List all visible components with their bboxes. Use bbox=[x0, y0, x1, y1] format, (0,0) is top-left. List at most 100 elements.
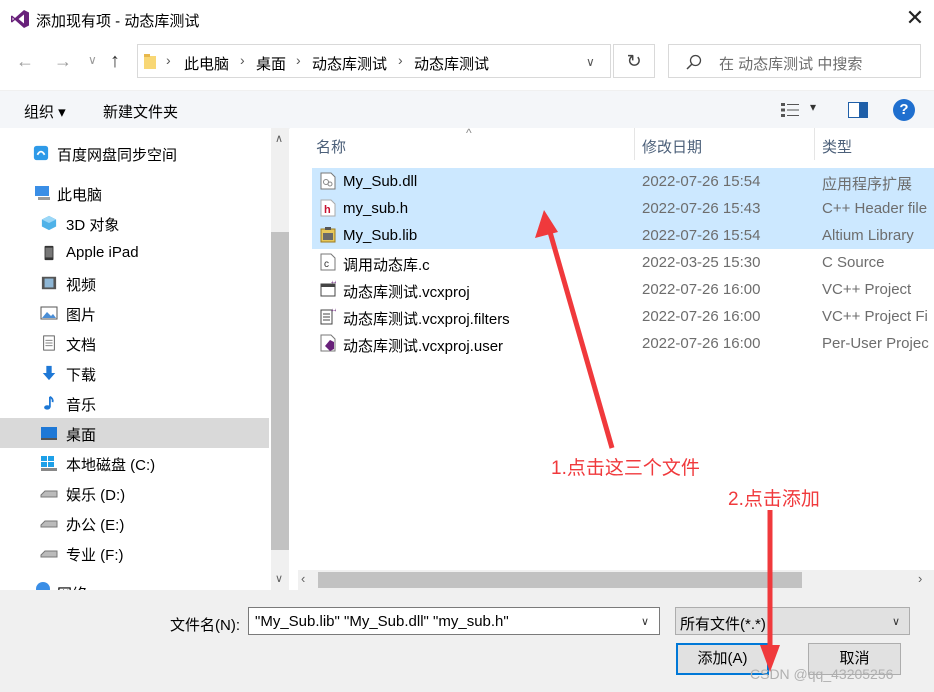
windows-drive-icon bbox=[41, 456, 57, 471]
filetype-value: 所有文件(*.*) bbox=[680, 616, 766, 633]
sidebar-item-3d-objects[interactable]: 3D 对象 bbox=[0, 208, 269, 238]
file-type: C Source bbox=[822, 254, 885, 271]
music-icon bbox=[44, 395, 54, 410]
sidebar-item-this-pc[interactable]: 此电脑 bbox=[0, 178, 269, 208]
file-row-my-sub-h[interactable]: h my_sub.h 2022-07-26 15:43 C++ Header f… bbox=[312, 195, 934, 222]
sidebar-item-drive-f[interactable]: 专业 (F:) bbox=[0, 538, 269, 568]
breadcrumb-this-pc[interactable]: 此电脑 bbox=[184, 53, 229, 74]
filename-input[interactable]: "My_Sub.lib" "My_Sub.dll" "my_sub.h" ∨ bbox=[248, 607, 660, 635]
column-divider[interactable] bbox=[634, 128, 635, 160]
video-icon bbox=[41, 276, 57, 290]
file-row-vcxproj[interactable]: ++ 动态库测试.vcxproj 2022-07-26 16:00 VC++ P… bbox=[312, 276, 934, 303]
svg-text:h: h bbox=[324, 204, 331, 216]
picture-icon bbox=[40, 306, 58, 320]
up-icon[interactable]: ↑ bbox=[110, 50, 120, 73]
column-header-type[interactable]: 类型 bbox=[822, 136, 852, 157]
search-icon bbox=[686, 54, 702, 70]
svg-text:++: ++ bbox=[331, 308, 336, 314]
scroll-down-icon[interactable]: ∨ bbox=[275, 572, 283, 585]
view-options-icon[interactable] bbox=[781, 102, 799, 118]
address-bar[interactable]: › 此电脑 › 桌面 › 动态库测试 › 动态库测试 ∨ bbox=[137, 44, 611, 78]
3d-objects-icon bbox=[41, 215, 57, 231]
file-row-my-sub-lib[interactable]: My_Sub.lib 2022-07-26 15:54 Altium Libra… bbox=[312, 222, 934, 249]
breadcrumb-folder-current[interactable]: 动态库测试 bbox=[414, 53, 489, 74]
file-type: Altium Library bbox=[822, 227, 914, 244]
sidebar-item-drive-e[interactable]: 办公 (E:) bbox=[0, 508, 269, 538]
sidebar-item-baidu-netdisk[interactable]: 百度网盘同步空间 bbox=[0, 138, 269, 168]
address-dropdown-icon[interactable]: ∨ bbox=[586, 55, 595, 69]
sidebar-item-label: 娱乐 (D:) bbox=[66, 487, 126, 504]
organize-button[interactable]: 组织 ▾ bbox=[24, 101, 66, 122]
refresh-icon[interactable]: ↻ bbox=[613, 44, 655, 78]
filename-dropdown-icon[interactable]: ∨ bbox=[641, 615, 649, 628]
navigation-pane-scroll-thumb[interactable] bbox=[271, 232, 289, 550]
recent-locations-icon[interactable]: ∨ bbox=[88, 53, 97, 67]
column-header-name[interactable]: 名称 bbox=[316, 136, 346, 157]
sidebar-item-label: 此电脑 bbox=[57, 187, 103, 204]
sidebar-item-desktop[interactable]: 桌面 bbox=[0, 418, 269, 448]
search-placeholder: 在 动态库测试 中搜索 bbox=[719, 56, 863, 73]
sort-ascending-icon: ^ bbox=[466, 128, 472, 140]
baidu-netdisk-icon bbox=[33, 145, 49, 161]
sidebar-item-music[interactable]: 音乐 bbox=[0, 388, 269, 418]
sidebar-item-label: 桌面 bbox=[66, 427, 97, 444]
sidebar-item-network[interactable]: 网络 bbox=[0, 575, 269, 590]
scroll-right-icon[interactable]: › bbox=[918, 571, 922, 586]
annotation-step-1: 1.点击这三个文件 bbox=[551, 458, 700, 479]
sidebar-item-documents[interactable]: 文档 bbox=[0, 328, 269, 358]
sidebar-item-videos[interactable]: 视频 bbox=[0, 268, 269, 298]
breadcrumb-separator: › bbox=[398, 52, 403, 68]
back-icon[interactable]: ← bbox=[16, 51, 34, 72]
sidebar-item-drive-d[interactable]: 娱乐 (D:) bbox=[0, 478, 269, 508]
file-name: 动态库测试.vcxproj bbox=[343, 284, 470, 301]
file-name: 动态库测试.vcxproj.filters bbox=[343, 311, 510, 328]
breadcrumb-desktop[interactable]: 桌面 bbox=[256, 53, 286, 74]
annotation-step-2: 2.点击添加 bbox=[728, 489, 820, 510]
sidebar-item-apple-ipad[interactable]: Apple iPad bbox=[0, 238, 269, 268]
file-type: Per-User Projec bbox=[822, 335, 929, 352]
sidebar-item-label: 百度网盘同步空间 bbox=[57, 147, 178, 164]
view-dropdown-icon[interactable]: ▾ bbox=[810, 100, 816, 114]
sidebar-item-downloads[interactable]: 下载 bbox=[0, 358, 269, 388]
visual-studio-icon bbox=[11, 10, 29, 28]
window-title: 添加现有项 - 动态库测试 bbox=[36, 13, 200, 30]
sidebar-item-pictures[interactable]: 图片 bbox=[0, 298, 269, 328]
filetype-dropdown-icon[interactable]: ∨ bbox=[892, 615, 900, 628]
svg-text:c: c bbox=[324, 259, 329, 270]
forward-icon[interactable]: → bbox=[54, 51, 72, 72]
file-name: 动态库测试.vcxproj.user bbox=[343, 338, 504, 355]
new-folder-button[interactable]: 新建文件夹 bbox=[103, 101, 178, 122]
breadcrumb-separator: › bbox=[240, 52, 245, 68]
download-icon bbox=[42, 365, 56, 381]
close-icon[interactable]: ✕ bbox=[903, 6, 927, 30]
file-date: 2022-03-25 15:30 bbox=[642, 254, 761, 271]
column-header-date[interactable]: 修改日期 bbox=[642, 136, 702, 157]
scroll-up-icon[interactable]: ∧ bbox=[275, 132, 283, 145]
file-row-my-sub-dll[interactable]: My_Sub.dll 2022-07-26 15:54 应用程序扩展 bbox=[312, 168, 934, 195]
file-date: 2022-07-26 15:43 bbox=[642, 200, 761, 217]
file-name: 调用动态库.c bbox=[343, 257, 430, 274]
sidebar-item-label: 文档 bbox=[66, 337, 97, 354]
column-divider[interactable] bbox=[814, 128, 815, 160]
help-icon[interactable]: ? bbox=[893, 99, 915, 121]
filters-file-icon: ++ bbox=[320, 308, 336, 325]
lib-file-icon bbox=[320, 227, 336, 243]
scroll-left-icon[interactable]: ‹ bbox=[301, 571, 305, 586]
file-date: 2022-07-26 15:54 bbox=[642, 173, 761, 190]
file-row-vcxproj-user[interactable]: 动态库测试.vcxproj.user 2022-07-26 16:00 Per-… bbox=[312, 330, 934, 357]
file-row-vcxproj-filters[interactable]: ++ 动态库测试.vcxproj.filters 2022-07-26 16:0… bbox=[312, 303, 934, 330]
filetype-select[interactable]: 所有文件(*.*) ∨ bbox=[675, 607, 910, 635]
user-file-icon bbox=[320, 334, 336, 352]
search-box[interactable]: 在 动态库测试 中搜索 bbox=[668, 44, 921, 78]
breadcrumb-folder-parent[interactable]: 动态库测试 bbox=[312, 53, 387, 74]
filename-label: 文件名(N): bbox=[170, 617, 240, 634]
navigation-pane: 百度网盘同步空间 此电脑 3D 对象 Apple iPad 视频 图片 文档 下… bbox=[0, 128, 271, 590]
file-list-scroll-thumb[interactable] bbox=[318, 572, 802, 588]
file-name: My_Sub.dll bbox=[343, 173, 418, 190]
preview-pane-icon[interactable] bbox=[848, 102, 868, 118]
sidebar-item-label: 网络 bbox=[57, 583, 87, 590]
file-row-c-source[interactable]: c 调用动态库.c 2022-03-25 15:30 C Source bbox=[312, 249, 934, 276]
network-icon bbox=[36, 582, 50, 590]
sidebar-item-label: 办公 (E:) bbox=[66, 517, 125, 534]
sidebar-item-drive-c[interactable]: 本地磁盘 (C:) bbox=[0, 448, 269, 478]
